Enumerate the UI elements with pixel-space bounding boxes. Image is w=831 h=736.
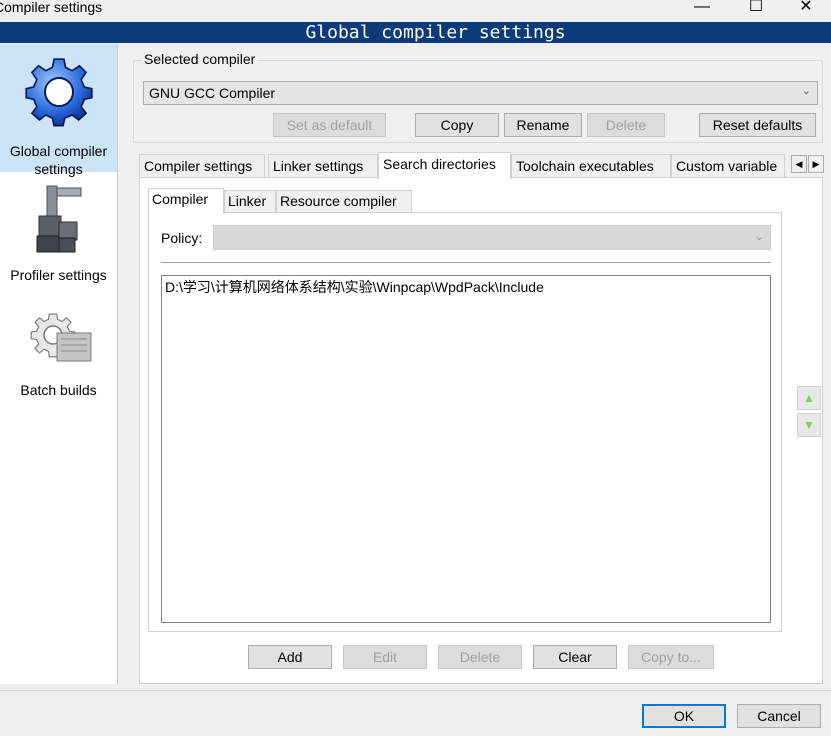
- arrow-up-icon: ▲: [803, 391, 815, 405]
- minimize-button[interactable]: —: [682, 0, 722, 18]
- move-down-button[interactable]: ▼: [797, 413, 821, 437]
- add-button[interactable]: Add: [248, 645, 332, 669]
- tab-scroll-right-button[interactable]: ▶: [808, 155, 824, 173]
- sidebar: Global compiler settings Profiler settin…: [0, 44, 118, 684]
- set-as-default-button[interactable]: Set as default: [273, 113, 386, 137]
- close-button[interactable]: ✕: [786, 0, 826, 18]
- compiler-dirs-page: Policy: ⌄ D:\学习\计算机网络体系结构\实验\Winpcap\Wpd…: [148, 212, 782, 632]
- sidebar-item-label: Global compiler settings: [9, 143, 108, 177]
- title-bar: Compiler settings — ☐ ✕: [0, 0, 831, 21]
- sidebar-item-label: Profiler settings: [10, 267, 107, 283]
- tab-search-directories[interactable]: Search directories: [378, 152, 511, 179]
- copy-to-button[interactable]: Copy to...: [628, 645, 714, 669]
- directory-list[interactable]: D:\学习\计算机网络体系结构\实验\Winpcap\WpdPack\Inclu…: [161, 275, 771, 623]
- gear-icon: [24, 58, 93, 127]
- selected-compiler-group: Selected compiler GNU GCC Compiler ⌄ Set…: [133, 51, 823, 143]
- delete-compiler-button[interactable]: Delete: [587, 113, 665, 137]
- gear-batch-icon: [30, 313, 91, 362]
- sidebar-item-batch-builds[interactable]: Batch builds: [0, 309, 117, 404]
- compiler-select[interactable]: GNU GCC Compiler ⌄: [143, 81, 818, 105]
- tab-linker[interactable]: Linker: [224, 190, 276, 213]
- section-banner: Global compiler settings: [0, 22, 831, 43]
- tab-compiler-settings[interactable]: Compiler settings: [139, 154, 265, 178]
- tab-scroll-left-button[interactable]: ◀: [791, 155, 807, 173]
- tab-custom-variables[interactable]: Custom variable: [671, 154, 785, 178]
- caliper-icon: [36, 185, 81, 253]
- policy-select[interactable]: ⌄: [213, 225, 771, 250]
- search-directories-page: Compiler Linker Resource compiler Policy…: [139, 177, 823, 684]
- edit-button[interactable]: Edit: [343, 645, 427, 669]
- tab-resource-compiler[interactable]: Resource compiler: [276, 190, 412, 213]
- move-up-button[interactable]: ▲: [797, 386, 821, 410]
- tab-compiler[interactable]: Compiler: [148, 188, 224, 214]
- maximize-button[interactable]: ☐: [736, 0, 776, 18]
- arrow-down-icon: ▼: [803, 418, 815, 432]
- sidebar-item-profiler[interactable]: Profiler settings: [0, 182, 117, 283]
- clear-button[interactable]: Clear: [533, 645, 617, 669]
- tab-linker-settings[interactable]: Linker settings: [268, 154, 378, 178]
- main-panel: Selected compiler GNU GCC Compiler ⌄ Set…: [133, 51, 824, 684]
- divider: [0, 690, 831, 691]
- delete-button[interactable]: Delete: [438, 645, 522, 669]
- list-item[interactable]: D:\学习\计算机网络体系结构\实验\Winpcap\WpdPack\Inclu…: [165, 277, 544, 297]
- selected-compiler-label: Selected compiler: [142, 51, 258, 67]
- divider: [161, 262, 771, 263]
- sidebar-item-label: Batch builds: [20, 382, 97, 398]
- settings-tabs: Compiler settings Linker settings Search…: [139, 152, 824, 179]
- ok-button[interactable]: OK: [642, 704, 726, 728]
- copy-button[interactable]: Copy: [415, 113, 499, 137]
- sidebar-item-global-compiler[interactable]: Global compiler settings: [0, 44, 117, 177]
- reset-defaults-button[interactable]: Reset defaults: [699, 113, 816, 137]
- tab-toolchain-executables[interactable]: Toolchain executables: [511, 154, 671, 178]
- rename-button[interactable]: Rename: [504, 113, 582, 137]
- cancel-button[interactable]: Cancel: [737, 704, 821, 728]
- chevron-down-icon: ⌄: [754, 231, 764, 243]
- compiler-select-value: GNU GCC Compiler: [149, 85, 276, 101]
- chevron-down-icon: ⌄: [801, 85, 811, 97]
- policy-label: Policy:: [161, 230, 203, 246]
- window-title: Compiler settings: [0, 0, 103, 15]
